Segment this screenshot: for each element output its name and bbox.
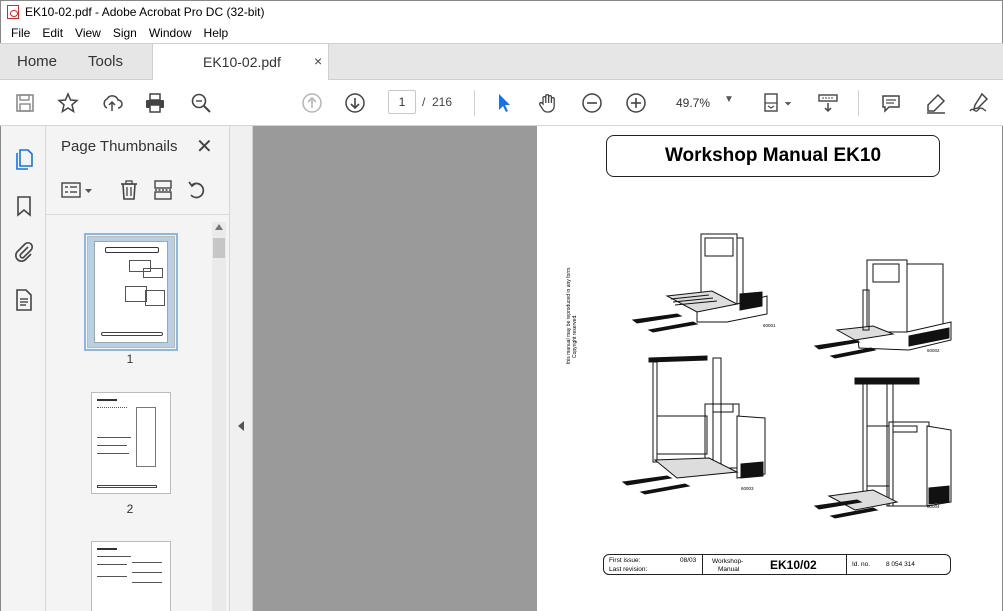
footer-divider (702, 555, 703, 574)
tab-bar: Home Tools EK10-02.pdf × (0, 43, 1003, 81)
tab-document[interactable]: EK10-02.pdf × (152, 44, 329, 81)
attachments-icon[interactable] (12, 240, 36, 264)
window-title: EK10-02.pdf - Adobe Acrobat Pro DC (32-b… (25, 4, 265, 19)
bookmarks-icon[interactable] (12, 194, 36, 218)
zoom-in-icon[interactable] (624, 91, 648, 115)
menu-help[interactable]: Help (198, 26, 235, 40)
tab-tools[interactable]: Tools (88, 44, 123, 80)
upload-icon[interactable] (100, 91, 124, 115)
model-number: EK10/02 (770, 558, 817, 572)
collapse-arrow-icon (238, 421, 244, 431)
thumbnail-options-icon[interactable] (60, 178, 96, 202)
insert-page-icon[interactable] (152, 178, 174, 202)
thumbnail-tools (58, 178, 218, 202)
hand-icon[interactable] (536, 91, 560, 115)
document-tab-label: EK10-02.pdf (203, 54, 281, 70)
menu-window[interactable]: Window (143, 26, 198, 40)
scroll-up-icon[interactable] (215, 224, 223, 230)
page-thumbnail-2[interactable] (91, 392, 171, 494)
bookmark-star-icon[interactable] (56, 91, 80, 115)
zoom-out-icon[interactable] (580, 91, 604, 115)
figure-code-1: 60001 (763, 323, 776, 328)
panel-divider (46, 214, 230, 215)
find-zoom-icon[interactable] (189, 91, 213, 115)
delete-page-icon[interactable] (118, 178, 140, 202)
page-thumbnail-3[interactable] (91, 541, 171, 611)
thumbnail-label-1: 1 (126, 352, 134, 366)
manual-type-line-1: Workshop- (712, 558, 744, 565)
next-page-icon[interactable] (343, 91, 367, 115)
tab-home[interactable]: Home (17, 44, 57, 80)
close-tab-icon[interactable]: × (314, 53, 322, 69)
panel-collapse-handle[interactable] (230, 126, 253, 611)
truck-illustrations (621, 233, 952, 519)
page-thumbnail-1[interactable] (84, 233, 178, 351)
menu-bar: File Edit View Sign Window Help (0, 22, 1003, 43)
zoom-level-select[interactable]: 49.7% ▼ (668, 93, 740, 113)
select-cursor-icon[interactable] (492, 91, 516, 115)
left-navigation-rail (0, 126, 46, 611)
thumbnail-scrollbar[interactable] (212, 222, 226, 611)
total-pages: 216 (432, 95, 453, 109)
toolbar-divider (474, 90, 475, 116)
previous-page-icon[interactable] (300, 91, 324, 115)
chevron-down-icon[interactable] (782, 91, 794, 115)
chevron-down-icon: ▼ (724, 94, 734, 105)
close-panel-icon[interactable]: ✕ (196, 134, 213, 159)
pdf-app-icon (7, 4, 19, 19)
footer-divider (846, 555, 847, 574)
save-icon[interactable] (13, 91, 37, 115)
menu-view[interactable]: View (69, 26, 107, 40)
page-number-input[interactable]: 1 (388, 90, 416, 114)
menu-sign[interactable]: Sign (107, 26, 143, 40)
manual-type-line-2: Manual (718, 566, 740, 573)
figure-code-3: 60003 (741, 486, 754, 491)
zoom-level-value: 49.7% (676, 96, 711, 110)
sign-icon[interactable] (967, 91, 991, 115)
thumbnail-label-2: 2 (126, 502, 134, 516)
panel-title: Page Thumbnails (61, 138, 178, 155)
menu-edit[interactable]: Edit (36, 26, 69, 40)
scroll-mode-icon[interactable] (816, 91, 840, 115)
toolbar-divider (858, 90, 859, 116)
figure-code-2: 60002 (927, 348, 940, 353)
highlight-icon[interactable] (924, 91, 948, 115)
rotate-page-icon[interactable] (186, 178, 208, 202)
thumbnail-page-image (94, 241, 168, 343)
figure-code-4: 60004 (927, 504, 940, 509)
page-fit-icon[interactable] (760, 91, 784, 115)
first-issue-label: First issue: (609, 557, 641, 564)
scrollbar-thumb[interactable] (213, 238, 225, 258)
main-toolbar: 1 / 216 49.7% ▼ (0, 80, 1003, 126)
last-revision-label: Last revision: (609, 566, 648, 573)
comment-icon[interactable] (879, 91, 903, 115)
page-separator: / (422, 95, 426, 109)
page-thumbnails-icon[interactable] (12, 147, 36, 171)
document-properties-icon[interactable] (12, 288, 36, 312)
print-icon[interactable] (143, 91, 167, 115)
page-thumbnails-panel: Page Thumbnails ✕ 1 2 (46, 126, 230, 611)
id-number-value: 8 054 314 (886, 561, 915, 568)
first-issue-value: 08/03 (680, 557, 697, 564)
document-viewer[interactable]: Workshop Manual EK10 this manual may be … (230, 126, 1003, 611)
window-titlebar: EK10-02.pdf - Adobe Acrobat Pro DC (32-b… (0, 0, 1003, 22)
id-number-label: Id. no. (852, 561, 871, 568)
document-footer: First issue: 08/03 Last revision: Worksh… (603, 554, 951, 575)
pdf-page-1: Workshop Manual EK10 this manual may be … (537, 126, 1002, 611)
menu-file[interactable]: File (5, 26, 36, 40)
